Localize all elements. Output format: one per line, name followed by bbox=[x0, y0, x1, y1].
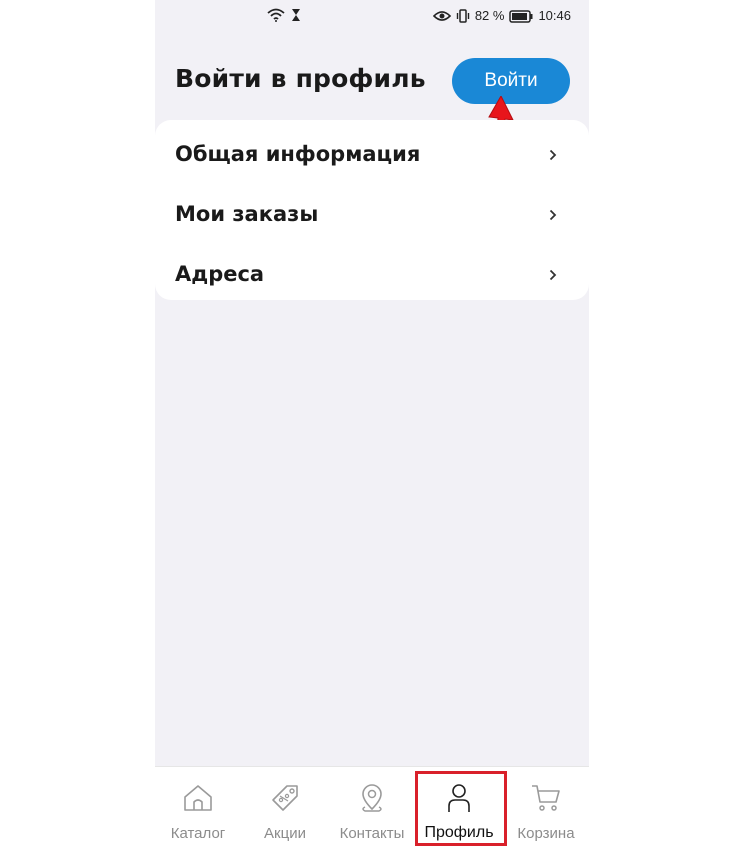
wifi-icon bbox=[267, 8, 285, 22]
chevron-right-icon bbox=[549, 209, 557, 221]
menu-item-label: Мои заказы bbox=[175, 202, 319, 226]
chevron-right-icon bbox=[549, 149, 557, 161]
vibrate-icon bbox=[456, 9, 470, 23]
battery-icon bbox=[509, 9, 533, 23]
tag-icon bbox=[272, 785, 298, 811]
tab-label: Акции bbox=[264, 825, 306, 842]
annotation-highlight-box bbox=[415, 771, 507, 846]
home-icon bbox=[184, 785, 212, 811]
profile-menu-card: Общая информация Мои заказы Адреса bbox=[155, 120, 589, 300]
battery-percent: 82 % bbox=[474, 8, 505, 23]
status-bar-left bbox=[267, 8, 301, 22]
chevron-right-icon bbox=[549, 269, 557, 281]
menu-item-label: Общая информация bbox=[175, 142, 421, 166]
tab-label: Каталог bbox=[170, 825, 226, 842]
tab-label: Корзина bbox=[517, 825, 575, 842]
eye-icon bbox=[432, 11, 451, 21]
app-screen: 82 % 10:46 Войти в профиль Войти Общая и… bbox=[155, 0, 589, 850]
cart-icon bbox=[532, 785, 560, 811]
tab-catalog[interactable]: Каталог bbox=[155, 767, 241, 850]
tab-cart[interactable]: Корзина bbox=[503, 767, 589, 850]
menu-item-addresses[interactable]: Адреса bbox=[155, 244, 589, 304]
bottom-tab-bar: Каталог Акции Контакты Профиль Корзина bbox=[155, 766, 589, 850]
menu-item-my-orders[interactable]: Мои заказы bbox=[155, 184, 589, 244]
tab-promotions[interactable]: Акции bbox=[242, 767, 328, 850]
clock: 10:46 bbox=[538, 8, 571, 23]
hourglass-icon bbox=[292, 9, 300, 21]
tab-label: Контакты bbox=[339, 825, 405, 842]
menu-item-label: Адреса bbox=[175, 262, 265, 286]
location-pin-icon bbox=[362, 784, 382, 812]
menu-item-general-info[interactable]: Общая информация bbox=[155, 124, 589, 184]
tab-contacts[interactable]: Контакты bbox=[329, 767, 415, 850]
status-bar: 82 % 10:46 bbox=[155, 0, 589, 34]
status-bar-right: 82 % 10:46 bbox=[432, 8, 571, 24]
page-title: Войти в профиль bbox=[175, 64, 426, 93]
